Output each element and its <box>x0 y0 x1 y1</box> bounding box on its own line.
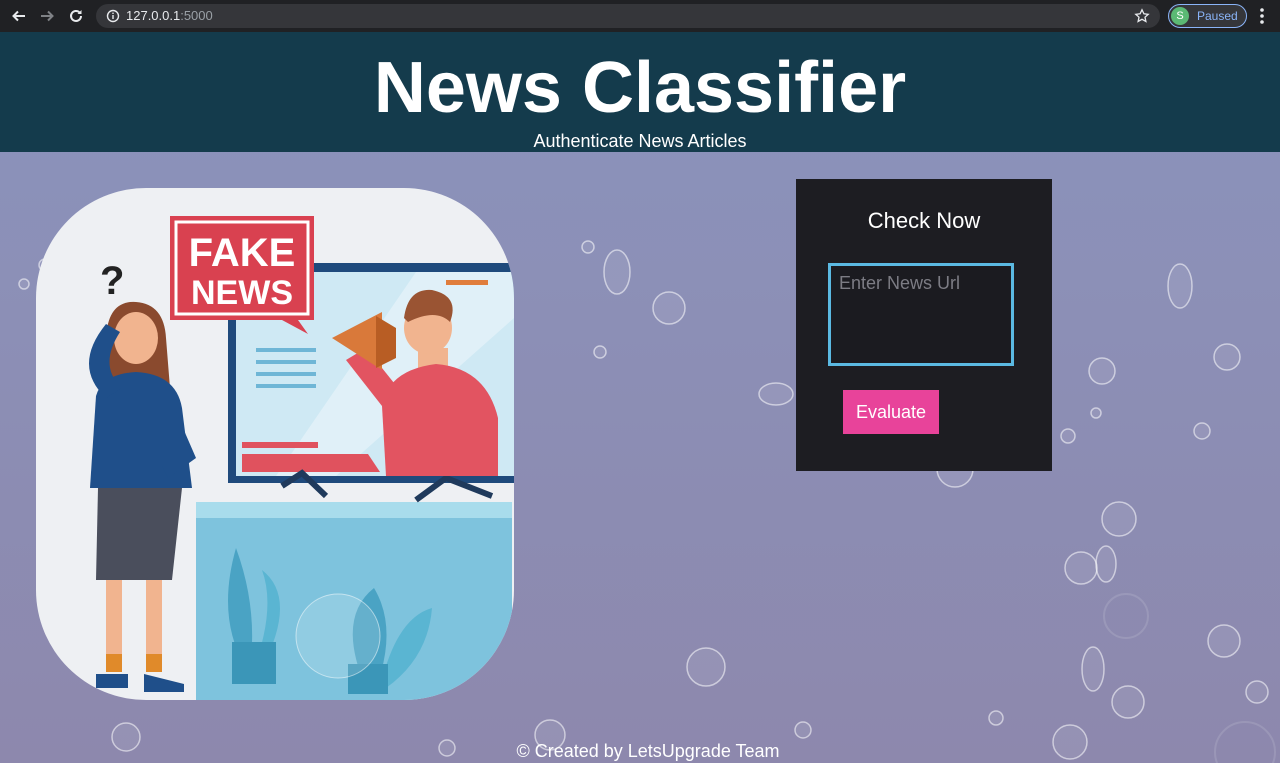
browser-toolbar: 127.0.0.1:5000 S Paused <box>0 0 1280 32</box>
page-title: News Classifier <box>373 48 907 128</box>
footer-credit: © Created by LetsUpgrade Team <box>516 741 780 761</box>
url-host: 127.0.0.1 <box>126 8 181 23</box>
profile-status: Paused <box>1197 9 1238 23</box>
check-now-panel: Check Now Evaluate <box>796 179 1052 471</box>
reload-icon[interactable] <box>66 6 86 26</box>
evaluate-button[interactable]: Evaluate <box>843 390 939 434</box>
fake-news-illustration: FAKE NEWS ? <box>36 188 514 700</box>
profile-button[interactable]: S Paused <box>1168 4 1247 28</box>
site-header: News Classifier Authenticate News Articl… <box>0 32 1280 152</box>
news-url-input[interactable] <box>828 263 1014 366</box>
info-icon[interactable] <box>106 9 120 23</box>
menu-icon[interactable] <box>1255 6 1269 26</box>
question-mark: ? <box>100 259 124 303</box>
page-viewport: News Classifier Authenticate News Articl… <box>0 32 1280 763</box>
sign-fake-text: FAKE <box>189 231 296 275</box>
url-text: 127.0.0.1:5000 <box>126 8 213 24</box>
sign-news-text: NEWS <box>191 274 293 312</box>
back-icon[interactable] <box>9 6 29 26</box>
page-subtitle: Authenticate News Articles <box>533 131 747 151</box>
bookmark-star-icon[interactable] <box>1134 8 1150 24</box>
address-bar[interactable]: 127.0.0.1:5000 <box>96 4 1160 28</box>
avatar: S <box>1171 7 1189 25</box>
url-port: :5000 <box>180 8 213 23</box>
check-now-heading: Check Now <box>867 208 981 233</box>
forward-icon[interactable] <box>37 6 57 26</box>
